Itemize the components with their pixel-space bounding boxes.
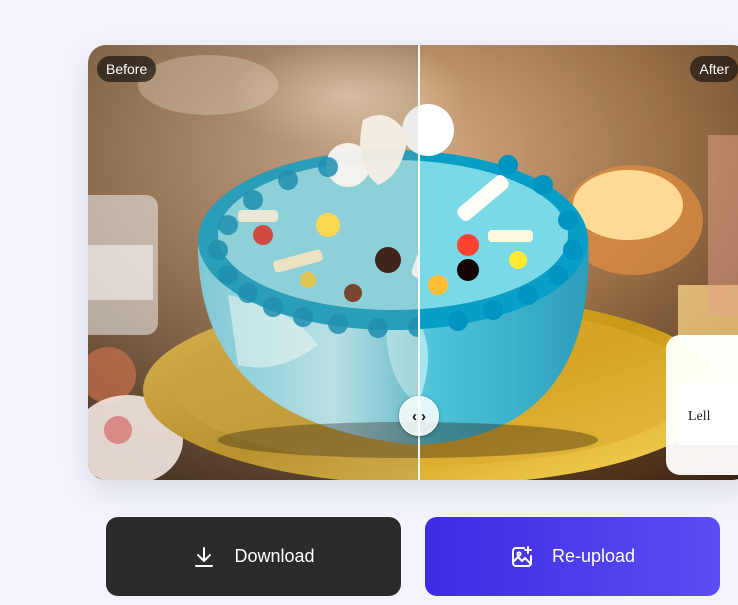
download-button[interactable]: Download bbox=[106, 517, 401, 596]
download-button-label: Download bbox=[234, 546, 315, 566]
reupload-button-label: Re-upload bbox=[551, 546, 636, 566]
before-label: Before bbox=[97, 56, 157, 82]
chevron-right-icon: › bbox=[421, 407, 426, 425]
after-label: After bbox=[690, 56, 738, 82]
chevron-left-icon: ‹ bbox=[412, 407, 417, 425]
download-icon bbox=[195, 546, 214, 567]
svg-text:Lell: Lell bbox=[688, 409, 711, 424]
comparison-slider-handle[interactable]: ‹ › bbox=[399, 396, 439, 436]
before-after-comparison[interactable]: Lell Before After ‹ › bbox=[88, 45, 738, 480]
after-image-panel: Lell bbox=[419, 45, 738, 480]
reupload-button[interactable]: Re-upload bbox=[425, 517, 720, 596]
image-plus-icon bbox=[511, 545, 532, 567]
after-image: Lell bbox=[419, 45, 738, 480]
